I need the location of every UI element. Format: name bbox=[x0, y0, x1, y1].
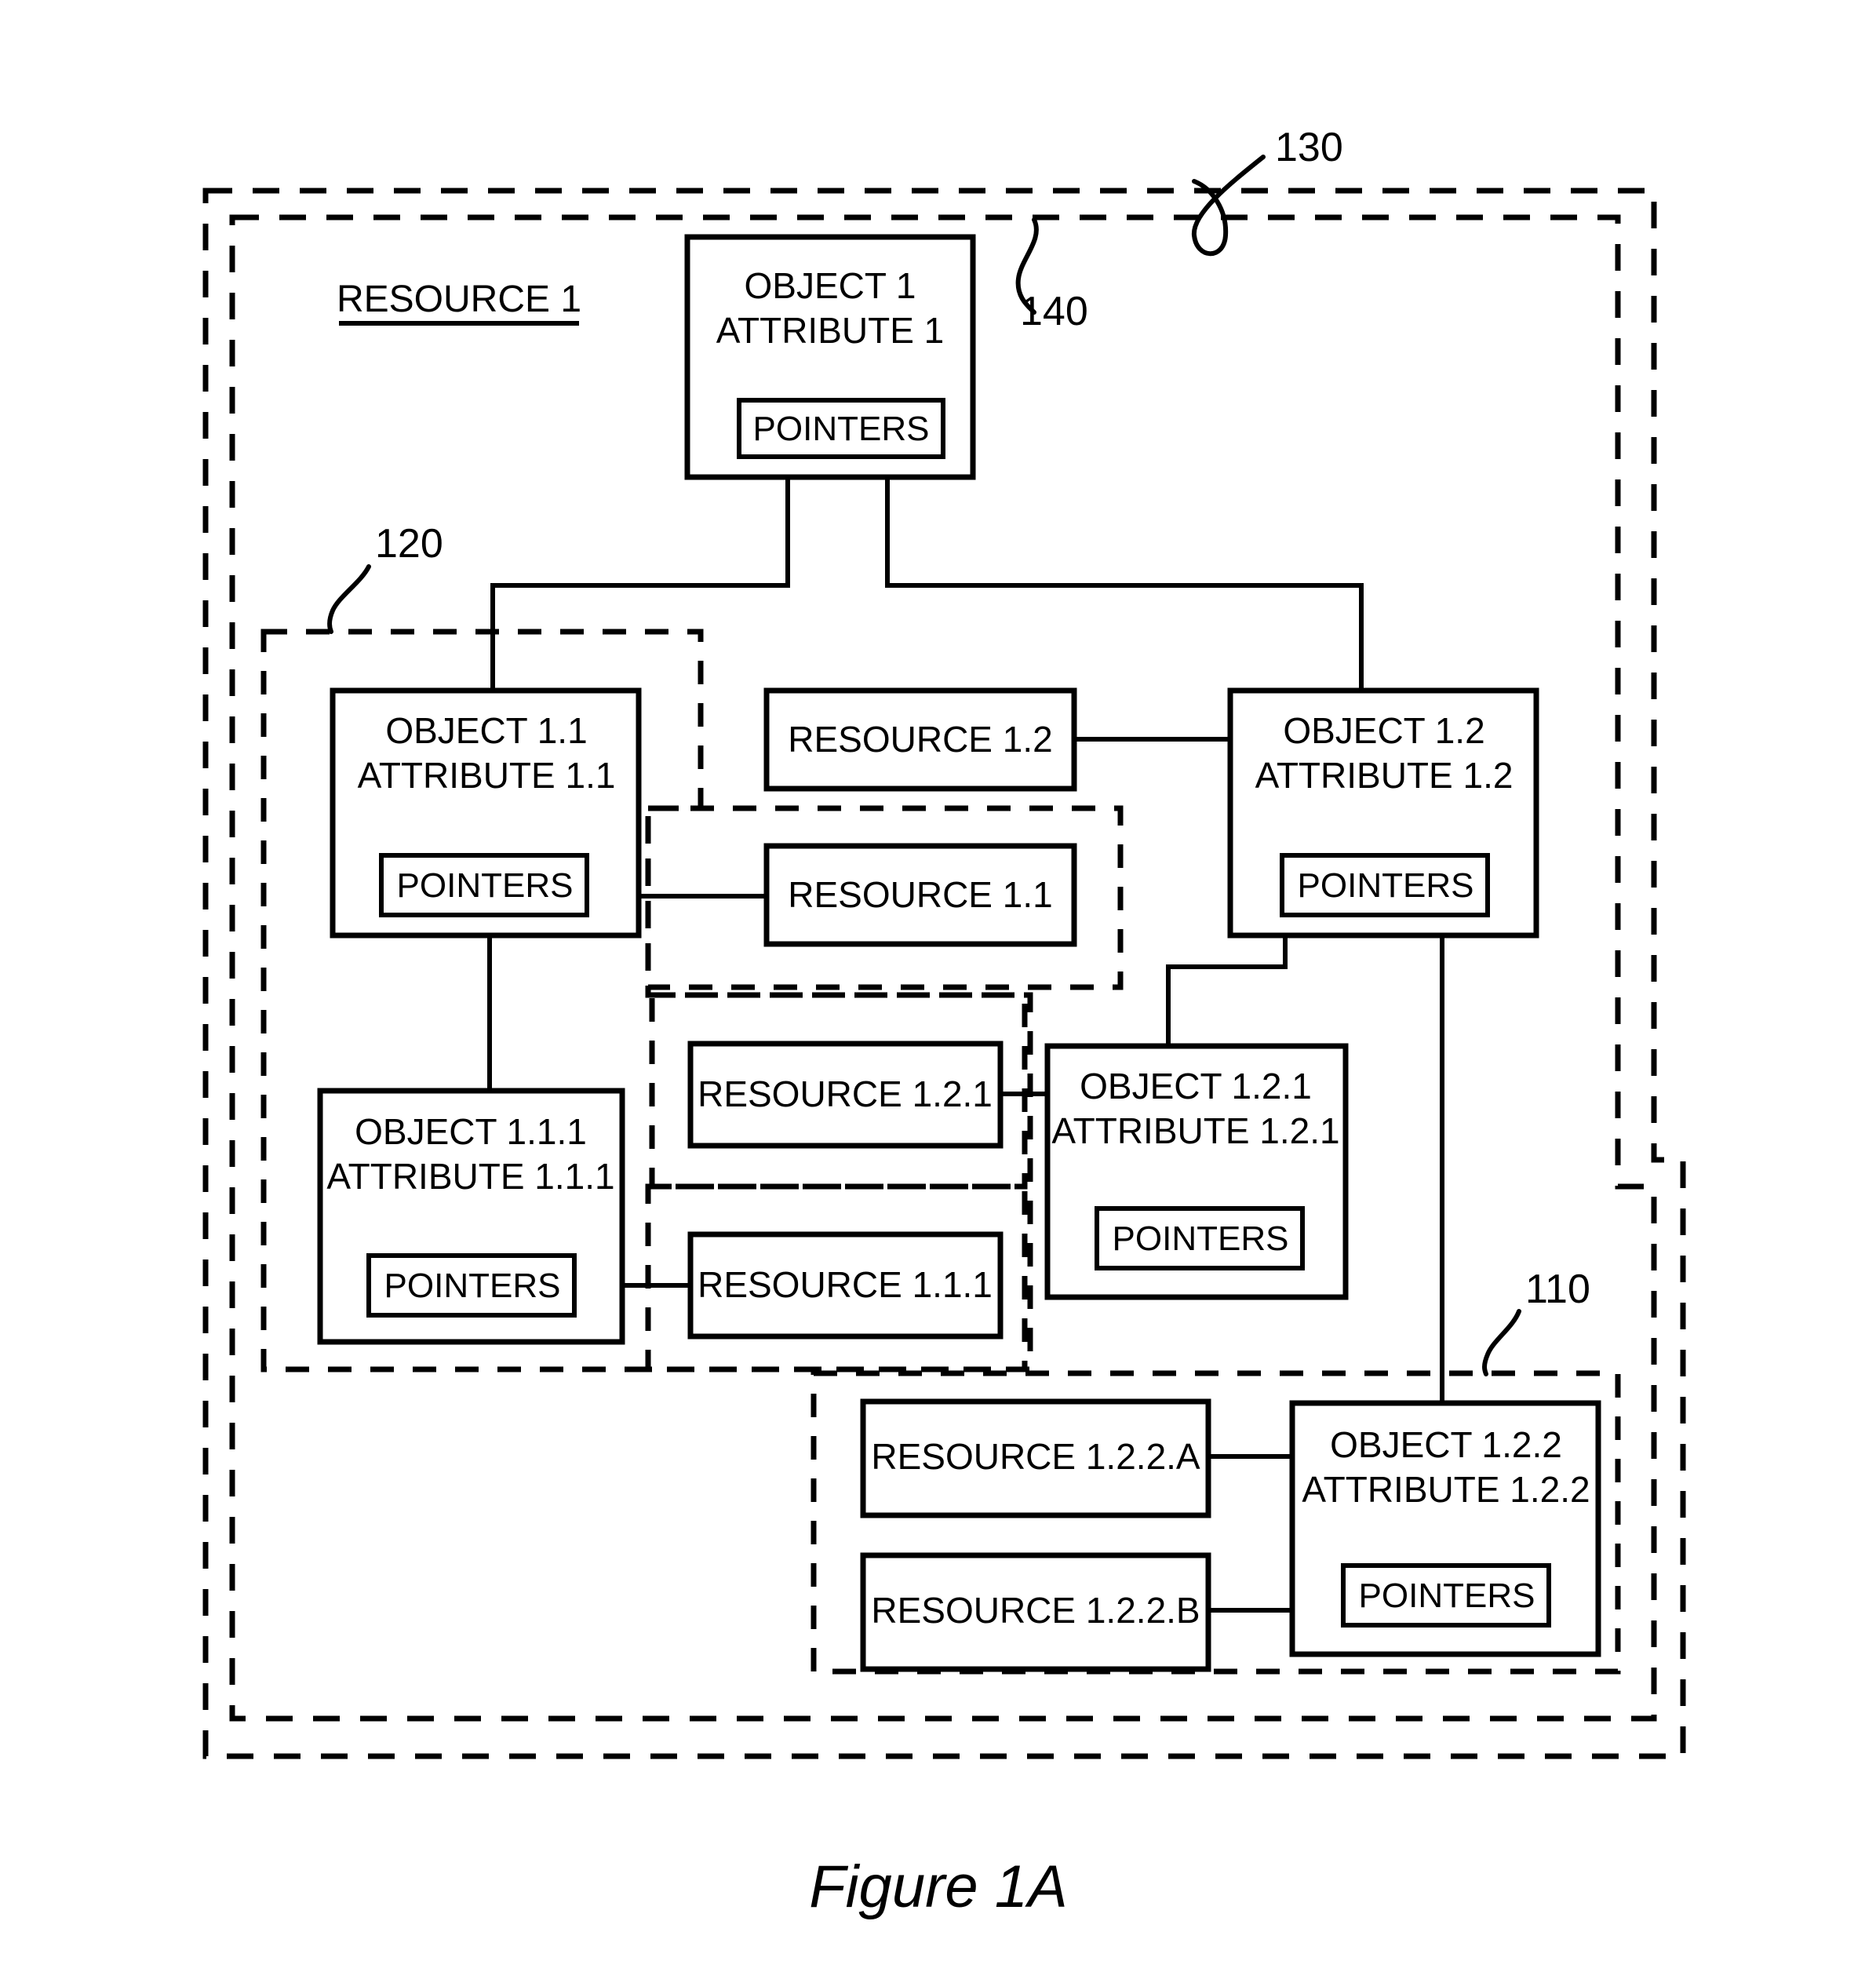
object-1-1-1-node[interactable]: OBJECT 1.1.1 ATTRIBUTE 1.1.1 POINTERS bbox=[317, 1088, 625, 1345]
object-1-pointers-label: POINTERS bbox=[753, 410, 930, 448]
object-1-2-2-attribute: ATTRIBUTE 1.2.2 bbox=[1302, 1469, 1590, 1510]
object-1-2-1-node[interactable]: OBJECT 1.2.1 ATTRIBUTE 1.2.1 POINTERS bbox=[1044, 1043, 1349, 1300]
resource-1-2-1-label: RESOURCE 1.2.1 bbox=[698, 1074, 993, 1114]
object-1-node[interactable]: OBJECT 1 ATTRIBUTE 1 POINTERS bbox=[684, 234, 976, 480]
figure-caption: Figure 1A bbox=[809, 1854, 1068, 1920]
object-1-2-pointers-label: POINTERS bbox=[1298, 866, 1474, 905]
ref-numeral-110: 110 bbox=[1525, 1267, 1590, 1312]
object-1-2-2-node[interactable]: OBJECT 1.2.2 ATTRIBUTE 1.2.2 POINTERS bbox=[1289, 1400, 1601, 1657]
resource-1-2-2-b-label: RESOURCE 1.2.2.B bbox=[871, 1590, 1200, 1631]
resource-1-1-1-label: RESOURCE 1.1.1 bbox=[698, 1264, 993, 1305]
resource-1-2-node[interactable]: RESOURCE 1.2 bbox=[763, 687, 1077, 792]
connector-obj1-to-obj1-1 bbox=[490, 477, 790, 691]
leader-line-130 bbox=[1191, 155, 1266, 257]
object-1-2-1-name: OBJECT 1.2.1 bbox=[1080, 1066, 1312, 1106]
object-1-1-attribute: ATTRIBUTE 1.1 bbox=[358, 755, 616, 796]
resource-1-2-2-b-node[interactable]: RESOURCE 1.2.2.B bbox=[860, 1552, 1211, 1672]
object-1-attribute: ATTRIBUTE 1 bbox=[716, 310, 945, 351]
object-1-2-1-pointers-label: POINTERS bbox=[1113, 1219, 1289, 1258]
object-1-1-pointers-label: POINTERS bbox=[397, 866, 574, 905]
object-1-2-1-attribute: ATTRIBUTE 1.2.1 bbox=[1051, 1110, 1339, 1151]
leader-line-120 bbox=[327, 564, 371, 634]
ref-numeral-130: 130 bbox=[1275, 125, 1343, 170]
object-1-1-node[interactable]: OBJECT 1.1 ATTRIBUTE 1.1 POINTERS bbox=[330, 687, 642, 939]
resource-1-1-1-node[interactable]: RESOURCE 1.1.1 bbox=[687, 1231, 1004, 1340]
object-1-name: OBJECT 1 bbox=[745, 265, 916, 306]
resource-1-1-node[interactable]: RESOURCE 1.1 bbox=[763, 843, 1077, 947]
resource-1-label: RESOURCE 1 bbox=[337, 279, 581, 320]
leader-line-110 bbox=[1482, 1309, 1521, 1376]
resource-1-2-1-node[interactable]: RESOURCE 1.2.1 bbox=[687, 1041, 1004, 1149]
object-1-1-1-attribute: ATTRIBUTE 1.1.1 bbox=[326, 1156, 614, 1197]
ref-numeral-140: 140 bbox=[1020, 289, 1088, 334]
resource-1-2-2-a-node[interactable]: RESOURCE 1.2.2.A bbox=[860, 1398, 1211, 1518]
object-1-1-1-name: OBJECT 1.1.1 bbox=[355, 1111, 587, 1152]
resource-1-2-2-a-label: RESOURCE 1.2.2.A bbox=[871, 1436, 1200, 1477]
figure-1a-diagram: 130 140 120 110 RESOURCE 1 OBJECT 1 ATTR… bbox=[202, 125, 1686, 1920]
object-1-2-2-name: OBJECT 1.2.2 bbox=[1330, 1424, 1562, 1465]
object-1-2-name: OBJECT 1.2 bbox=[1283, 710, 1484, 751]
object-1-2-attribute: ATTRIBUTE 1.2 bbox=[1255, 755, 1514, 796]
patent-figure-page: 130 140 120 110 RESOURCE 1 OBJECT 1 ATTR… bbox=[0, 0, 1876, 1983]
connector-obj1-to-obj1-2 bbox=[885, 477, 1364, 691]
resource-1-1-label: RESOURCE 1.1 bbox=[788, 874, 1052, 915]
object-1-1-name: OBJECT 1.1 bbox=[385, 710, 587, 751]
object-1-1-1-pointers-label: POINTERS bbox=[384, 1267, 561, 1305]
object-1-2-2-pointers-label: POINTERS bbox=[1359, 1577, 1535, 1615]
connector-obj1-2-to-obj1-2-1 bbox=[1166, 935, 1288, 1046]
resource-1-2-label: RESOURCE 1.2 bbox=[788, 719, 1052, 760]
object-1-2-node[interactable]: OBJECT 1.2 ATTRIBUTE 1.2 POINTERS bbox=[1227, 687, 1539, 939]
ref-numeral-120: 120 bbox=[375, 521, 443, 567]
